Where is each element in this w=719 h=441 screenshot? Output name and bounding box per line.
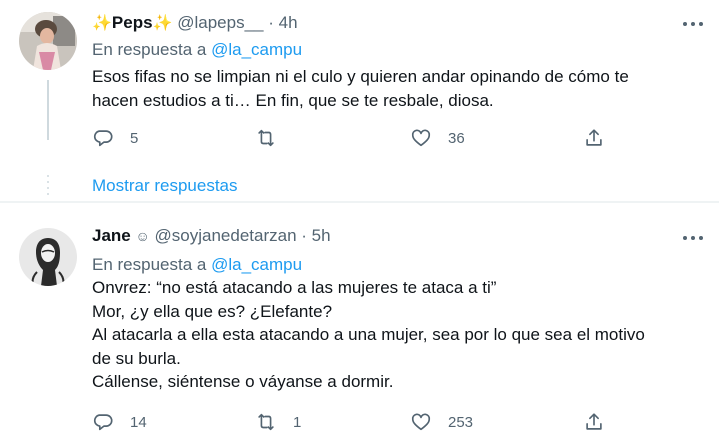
- mention-link[interactable]: @la_campu: [211, 40, 302, 59]
- user-handle[interactable]: @soyjanedetarzan: [155, 226, 297, 245]
- display-name[interactable]: Jane: [92, 226, 131, 245]
- replying-to: En respuesta a @la_campu: [92, 255, 302, 275]
- reply-icon: [93, 414, 113, 431]
- action-bar: 5 36: [92, 127, 712, 151]
- avatar-peps[interactable]: [19, 12, 77, 70]
- smiley-emoji-icon: ☺: [135, 228, 150, 244]
- reply-button[interactable]: 14: [92, 411, 147, 433]
- tweet-text-line: Al atacarla a ella esta atacando a una m…: [92, 325, 645, 344]
- tweet-text: Esos fifas no se limpian ni el culo y qu…: [92, 65, 692, 112]
- share-icon: [586, 413, 602, 430]
- separator: ·: [268, 13, 274, 32]
- tweet-text-line: hacen estudios a ti… En fin, que se te r…: [92, 90, 494, 110]
- heart-icon: [411, 129, 431, 147]
- mention-link[interactable]: @la_campu: [211, 255, 302, 274]
- reply-button[interactable]: 5: [92, 127, 138, 149]
- thread-dots: [44, 175, 52, 201]
- like-count: 253: [448, 413, 474, 431]
- show-replies-link[interactable]: Mostrar respuestas: [92, 176, 238, 196]
- replying-prefix: En respuesta a: [92, 40, 207, 59]
- like-count: 36: [448, 129, 465, 147]
- replying-prefix: En respuesta a: [92, 255, 207, 274]
- reply-count: 5: [130, 129, 139, 147]
- tweet-text-line: Onvrez: “no está atacando a las mujeres …: [92, 278, 497, 297]
- tweet-header: Jane ☺ @soyjanedetarzan · 5h: [92, 225, 331, 247]
- tweet-text: Onvrez: “no está atacando a las mujeres …: [92, 276, 692, 394]
- retweet-button[interactable]: 1: [255, 411, 301, 433]
- thread-line: [47, 80, 49, 140]
- tweet-jane[interactable]: Jane ☺ @soyjanedetarzan · 5h En respuest…: [0, 203, 719, 441]
- tweet-text-line: Esos fifas no se limpian ni el culo y qu…: [92, 67, 629, 86]
- display-name[interactable]: Peps: [112, 13, 153, 32]
- tweet-text-line: Cállense, siéntense o váyanse a dormir.: [92, 372, 394, 391]
- reply-icon: [93, 130, 113, 147]
- more-options-icon[interactable]: [681, 228, 705, 248]
- like-button[interactable]: 36: [410, 127, 465, 149]
- like-button[interactable]: 253: [410, 411, 473, 433]
- retweet-icon: [258, 129, 274, 147]
- replying-to: En respuesta a @la_campu: [92, 40, 302, 60]
- retweet-count: 1: [293, 413, 302, 431]
- user-handle[interactable]: @lapeps__: [177, 13, 263, 32]
- action-bar: 14 1 253: [92, 411, 712, 435]
- timestamp[interactable]: 5h: [312, 226, 331, 245]
- more-options-icon[interactable]: [681, 14, 705, 34]
- sparkle-emoji-icon: ✨: [152, 15, 173, 32]
- tweet-text-line: de su burla.: [92, 348, 181, 368]
- retweet-icon: [258, 413, 274, 431]
- tweet-peps[interactable]: ✨Peps✨ @lapeps__ · 4h En respuesta a @la…: [0, 0, 719, 201]
- heart-icon: [411, 413, 431, 431]
- sparkle-emoji-icon: ✨: [92, 15, 112, 32]
- avatar-jane[interactable]: [19, 228, 77, 286]
- timestamp[interactable]: 4h: [279, 13, 298, 32]
- tweet-text-line: Mor, ¿y ella que es? ¿Elefante?: [92, 301, 333, 321]
- share-icon: [586, 129, 602, 146]
- separator: ·: [301, 226, 307, 245]
- share-button[interactable]: [583, 411, 605, 433]
- tweet-header: ✨Peps✨ @lapeps__ · 4h: [92, 12, 298, 35]
- retweet-button[interactable]: [255, 127, 293, 149]
- share-button[interactable]: [583, 127, 605, 149]
- reply-count: 14: [130, 413, 147, 431]
